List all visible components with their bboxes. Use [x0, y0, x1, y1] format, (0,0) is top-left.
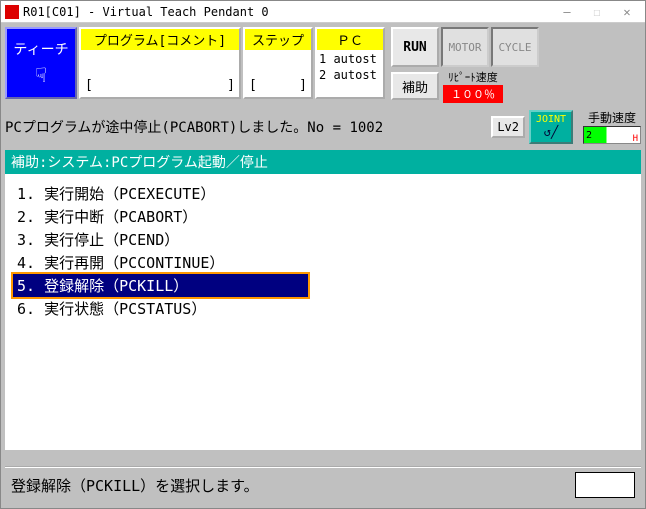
program-panel: プログラム[コメント] [ ] — [79, 27, 241, 99]
status-message: PCプログラムが途中停止(PCABORT)しました。No = 1002 — [5, 117, 487, 137]
minimize-button[interactable]: — — [553, 3, 581, 21]
repeat-speed: ﾘﾋﾟｰﾄ速度 １００％ — [443, 69, 503, 103]
status-text: 登録解除（PCKILL）を選択します。 — [11, 475, 259, 496]
titlebar: R01[C01] - Virtual Teach Pendant 0 — ☐ ✕ — [1, 1, 645, 23]
manual-speed-bar[interactable]: 2 H — [583, 126, 641, 144]
repeat-label: ﾘﾋﾟｰﾄ速度 — [443, 69, 503, 85]
status-bar: 登録解除（PCKILL）を選択します。 — [5, 466, 641, 502]
cycle-button[interactable]: CYCLE — [491, 27, 539, 67]
menu-item-4[interactable]: 4. 実行再開（PCCONTINUE） — [13, 251, 633, 274]
robot-arm-icon: ↺╱ — [544, 125, 558, 139]
teach-button[interactable]: ティーチ ☟ — [5, 27, 77, 99]
manual-label: 手動速度 — [583, 109, 641, 126]
status-input[interactable] — [575, 472, 635, 498]
menu-item-2[interactable]: 2. 実行中断（PCABORT） — [13, 205, 633, 228]
pc-header: ＰＣ — [317, 29, 383, 50]
step-body: [ ] — [245, 50, 311, 97]
top-toolbar: ティーチ ☟ プログラム[コメント] [ ] ステップ [ ] — [1, 23, 645, 107]
manual-speed: 手動速度 2 H — [583, 109, 641, 144]
run-button[interactable]: RUN — [391, 27, 439, 67]
maximize-button: ☐ — [583, 3, 611, 21]
message-bar: PCプログラムが途中停止(PCABORT)しました。No = 1002 Lv2 … — [1, 107, 645, 150]
pc-panel: ＰＣ 1 autost 2 autost — [315, 27, 385, 99]
app-window: R01[C01] - Virtual Teach Pendant 0 — ☐ ✕… — [0, 0, 646, 509]
menu-header: 補助:システム:PCプログラム起動／停止 — [5, 150, 641, 174]
motor-button[interactable]: MOTOR — [441, 27, 489, 67]
menu-list: 1. 実行開始（PCEXECUTE）2. 実行中断（PCABORT）3. 実行停… — [5, 174, 641, 450]
menu-item-1[interactable]: 1. 実行開始（PCEXECUTE） — [13, 182, 633, 205]
program-body: [ ] — [81, 50, 239, 97]
step-header: ステップ — [245, 29, 311, 50]
teach-label: ティーチ — [13, 39, 68, 59]
pc-body: 1 autost 2 autost — [317, 50, 383, 97]
pc-line-2: 2 autost — [319, 68, 381, 82]
step-panel: ステップ [ ] — [243, 27, 313, 99]
aux-button[interactable]: 補助 — [391, 72, 439, 100]
menu-item-5[interactable]: 5. 登録解除（PCKILL） — [13, 274, 308, 297]
hand-icon: ☟ — [35, 63, 47, 87]
app-icon — [5, 5, 19, 19]
repeat-value: １００％ — [443, 85, 503, 103]
level-button[interactable]: Lv2 — [491, 116, 525, 138]
close-button[interactable]: ✕ — [613, 3, 641, 21]
menu-item-6[interactable]: 6. 実行状態（PCSTATUS） — [13, 297, 633, 320]
menu-item-3[interactable]: 3. 実行停止（PCEND） — [13, 228, 633, 251]
window-title: R01[C01] - Virtual Teach Pendant 0 — [23, 5, 269, 19]
joint-label: JOINT — [536, 114, 566, 125]
joint-button[interactable]: JOINT ↺╱ — [529, 110, 573, 144]
pc-line-1: 1 autost — [319, 52, 381, 66]
program-header: プログラム[コメント] — [81, 29, 239, 50]
